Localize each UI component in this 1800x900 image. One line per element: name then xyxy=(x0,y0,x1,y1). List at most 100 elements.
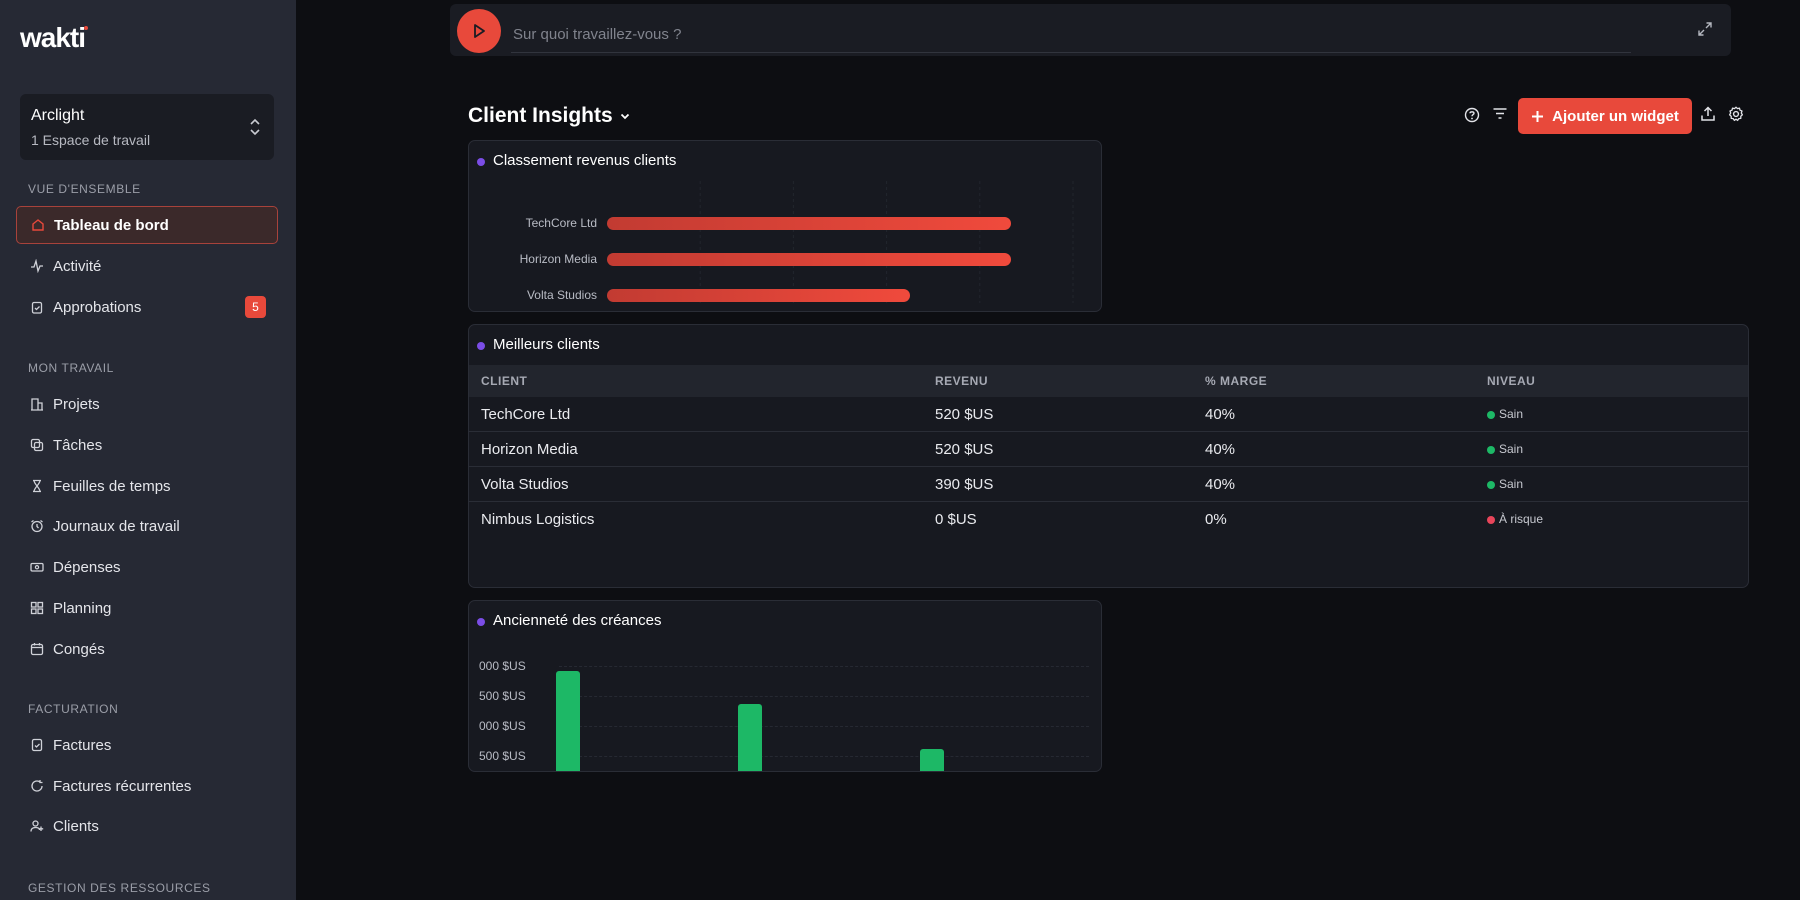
widget-bullet xyxy=(477,618,485,626)
table-row[interactable]: Volta Studios 390 $US 40% Sain xyxy=(469,466,1748,502)
invoice-check-icon xyxy=(29,737,45,753)
start-timer-button[interactable] xyxy=(457,9,501,53)
cell-level: Sain xyxy=(1475,431,1748,467)
revenue-bar[interactable] xyxy=(607,253,1011,266)
sidebar-item-label: Planning xyxy=(53,599,112,617)
cell-client: TechCore Ltd xyxy=(469,397,923,432)
chart-gridline xyxy=(559,726,1089,727)
receivables-column-bar[interactable] xyxy=(738,704,762,771)
sidebar-item-dashboard[interactable]: Tableau de bord xyxy=(16,206,278,244)
sidebar-item-activity[interactable]: Activité xyxy=(16,247,278,285)
workspace-switcher[interactable]: Arclight 1 Espace de travail xyxy=(20,94,274,160)
sidebar-item-label: Projets xyxy=(53,395,100,413)
add-widget-label: Ajouter un widget xyxy=(1552,107,1679,125)
status-label: Sain xyxy=(1499,477,1524,491)
sidebar-item-worklogs[interactable]: Journaux de travail xyxy=(16,507,278,545)
banknote-icon xyxy=(29,559,45,575)
cell-revenue: 0 $US xyxy=(935,510,977,528)
dashboard-selector[interactable]: Client Insights xyxy=(468,104,631,128)
sidebar-item-label: Clients xyxy=(53,817,99,835)
y-axis-tick-label: 500 $US xyxy=(479,689,526,703)
activity-icon xyxy=(29,258,45,274)
sidebar-item-leaves[interactable]: Congés xyxy=(16,630,278,668)
status-label: Sain xyxy=(1499,407,1524,421)
play-icon xyxy=(474,24,485,38)
cell-margin: 0% xyxy=(1205,510,1227,528)
page-title: Client Insights xyxy=(468,104,613,127)
chart-gridline xyxy=(559,666,1089,667)
table-header-row: CLIENT REVENU % MARGE NIVEAU xyxy=(469,365,1748,397)
cell-level: Sain xyxy=(1475,397,1748,432)
refresh-icon xyxy=(29,778,45,794)
status-label: Sain xyxy=(1499,442,1524,456)
sidebar-item-label: Journaux de travail xyxy=(53,517,180,535)
workspace-subtitle: 1 Espace de travail xyxy=(31,132,151,148)
sidebar-item-clients[interactable]: Clients xyxy=(16,807,278,845)
sidebar-item-tasks[interactable]: Tâches xyxy=(16,426,278,464)
timer-description-input[interactable] xyxy=(511,16,1631,53)
section-resources: GESTION DES RESSOURCES xyxy=(28,881,211,895)
column-header-level[interactable]: NIVEAU xyxy=(1475,365,1748,397)
widget-revenue-ranking[interactable]: Classement revenus clients TechCore Ltd H… xyxy=(468,140,1102,312)
workspace-name: Arclight xyxy=(31,107,85,124)
section-billing: FACTURATION xyxy=(28,702,119,716)
column-header-revenue[interactable]: REVENU xyxy=(923,365,1193,397)
sidebar-item-approvals[interactable]: Approbations 5 xyxy=(16,288,278,326)
cell-client: Volta Studios xyxy=(469,466,923,502)
chart-gridline xyxy=(559,756,1089,757)
home-icon xyxy=(30,217,46,233)
widget-title: Ancienneté des créances xyxy=(493,612,662,629)
sidebar-item-expenses[interactable]: Dépenses xyxy=(16,548,278,586)
cell-margin: 40% xyxy=(1193,397,1475,432)
filter-icon[interactable] xyxy=(1492,106,1508,122)
widget-top-clients[interactable]: Meilleurs clients CLIENT REVENU % MARGE … xyxy=(468,324,1749,588)
y-axis-tick-label: 000 $US xyxy=(479,719,526,733)
table-row[interactable]: TechCore Ltd 520 $US 40% Sain xyxy=(469,397,1748,432)
table-row[interactable]: Horizon Media 520 $US 40% Sain xyxy=(469,431,1748,467)
sidebar-item-label: Dépenses xyxy=(53,558,121,576)
sidebar-item-planning[interactable]: Planning xyxy=(16,589,278,627)
status-dot xyxy=(1487,410,1495,419)
approvals-count-badge: 5 xyxy=(245,296,266,318)
widget-receivables-aging[interactable]: Ancienneté des créances 000 $US 500 $US 00… xyxy=(468,600,1102,772)
column-header-margin[interactable]: % MARGE xyxy=(1193,365,1475,397)
receivables-column-bar[interactable] xyxy=(920,749,944,771)
clipboard-check-icon xyxy=(29,299,45,315)
export-icon[interactable] xyxy=(1700,106,1716,122)
revenue-bar[interactable] xyxy=(607,289,910,302)
chart-gridline xyxy=(559,696,1089,697)
sidebar-item-label: Approbations xyxy=(53,298,142,316)
sidebar-item-label: Feuilles de temps xyxy=(53,477,171,495)
sidebar: wakti Arclight 1 Espace de travail VUE D… xyxy=(0,0,296,900)
y-axis-tick-label: 000 $US xyxy=(479,659,526,673)
sidebar-item-timesheets[interactable]: Feuilles de temps xyxy=(16,467,278,505)
building-icon xyxy=(29,396,45,412)
bar-category-label: Horizon Media xyxy=(519,252,597,266)
app-logo[interactable]: wakti xyxy=(20,22,89,54)
sidebar-item-invoices[interactable]: Factures xyxy=(16,726,278,764)
cell-client: Horizon Media xyxy=(469,431,923,467)
sidebar-item-recurring-invoices[interactable]: Factures récurrentes xyxy=(16,767,278,805)
revenue-bar[interactable] xyxy=(607,217,1011,230)
add-widget-button[interactable]: Ajouter un widget xyxy=(1518,98,1692,134)
sidebar-item-projects[interactable]: Projets xyxy=(16,385,278,423)
bar-category-label: Volta Studios xyxy=(526,288,597,302)
expand-icon[interactable] xyxy=(1697,21,1713,37)
cell-margin: 40% xyxy=(1193,431,1475,467)
table-row[interactable]: Nimbus Logistics 0 $US 0% À risque xyxy=(469,502,1748,537)
chevron-up-down-icon xyxy=(250,118,260,136)
chevron-down-icon xyxy=(620,113,629,120)
tasks-icon xyxy=(29,437,45,453)
sidebar-item-label: Tâches xyxy=(53,436,103,454)
status-dot xyxy=(1487,480,1495,489)
column-header-client[interactable]: CLIENT xyxy=(469,365,923,397)
cell-revenue: 520 $US xyxy=(923,431,1193,467)
receivables-column-bar[interactable] xyxy=(556,670,580,771)
plus-icon xyxy=(1532,110,1544,122)
bar-category-label: TechCore Ltd xyxy=(525,216,597,230)
grid-icon xyxy=(29,600,45,616)
widget-bullet xyxy=(477,342,485,350)
settings-gear-icon[interactable] xyxy=(1728,106,1744,122)
cell-revenue: 390 $US xyxy=(923,466,1193,502)
help-icon[interactable] xyxy=(1464,107,1480,123)
